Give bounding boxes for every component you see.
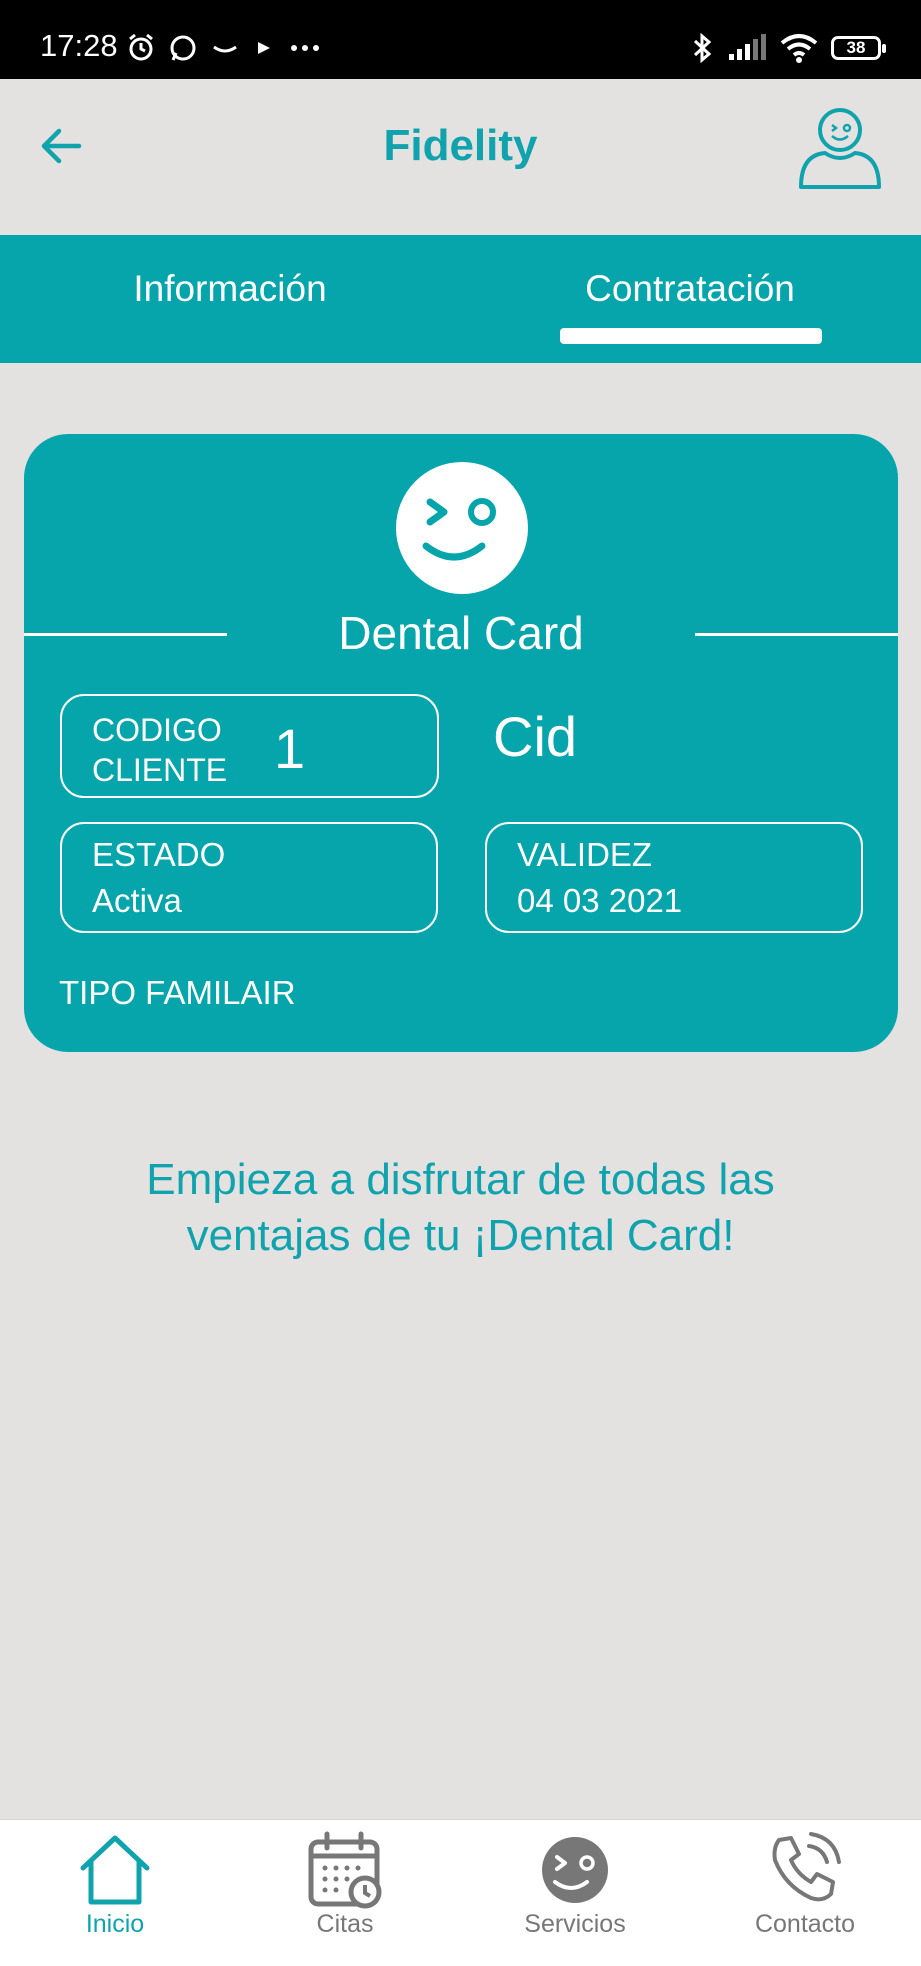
system-icons: 38 [689, 28, 886, 68]
user-avatar-icon [799, 108, 881, 189]
bottom-navigation: Inicio Citas Servicios Contacto [0, 1819, 921, 1966]
tipo-label: TIPO FAMILAIR [59, 974, 296, 1011]
play-icon [258, 42, 270, 54]
nav-citas[interactable]: Citas [245, 1820, 445, 1966]
tab-bar: Información Contratación [0, 235, 921, 363]
page-title: Fidelity [383, 121, 538, 170]
nav-servicios[interactable]: Servicios [475, 1820, 675, 1966]
codigo-label-line1: CODIGO [92, 712, 222, 748]
tab-informacion[interactable]: Información [60, 235, 400, 363]
signal-icon [729, 34, 766, 60]
nav-contacto[interactable]: Contacto [705, 1820, 905, 1966]
nav-servicios-label: Servicios [524, 1910, 626, 1938]
nav-citas-label: Citas [316, 1910, 374, 1938]
active-tab-indicator [560, 328, 822, 344]
nav-inicio-label: Inicio [85, 1910, 145, 1938]
codigo-cliente-label: CODIGO CLIENTE [92, 710, 227, 790]
promo-line2: ventajas de tu ¡Dental Card! [186, 1211, 735, 1260]
dental-card: Dental Card CODIGO CLIENTE 1 Cid ESTADO … [24, 434, 898, 1052]
alarm-icon [129, 33, 153, 61]
validez-value: 04 03 2021 [517, 882, 683, 919]
promo-line1: Empieza a disfrutar de todas las [146, 1155, 775, 1204]
amazon-icon [213, 45, 237, 53]
app-header: Fidelity [0, 79, 921, 235]
smiley-logo-icon [396, 462, 528, 594]
estado-label: ESTADO [92, 836, 226, 873]
nav-contacto-label: Contacto [754, 1910, 856, 1938]
codigo-cliente-box: CODIGO CLIENTE 1 [60, 694, 439, 798]
promo-text: Empieza a disfrutar de todas las ventaja… [60, 1152, 861, 1264]
home-icon [80, 1835, 150, 1905]
estado-value: Activa [92, 882, 182, 919]
wifi-icon [780, 34, 818, 63]
validez-label: VALIDEZ [517, 836, 653, 873]
more-icon [291, 45, 319, 51]
client-name: Cid [493, 705, 578, 768]
divider-right [695, 633, 898, 636]
estado-box: ESTADO Activa [60, 822, 438, 933]
profile-button[interactable] [795, 103, 885, 193]
notification-icons [126, 28, 322, 68]
smiley-icon [542, 1837, 608, 1903]
whatsapp-icon [170, 35, 196, 61]
codigo-label-line2: CLIENTE [92, 752, 228, 788]
status-time: 17:28 [40, 28, 118, 63]
phone-icon [772, 1832, 841, 1902]
battery-level: 38 [846, 38, 866, 57]
validez-box: VALIDEZ 04 03 2021 [485, 822, 863, 933]
bluetooth-icon [693, 32, 712, 64]
status-bar: 17:28 38 [0, 0, 921, 79]
nav-inicio[interactable]: Inicio [15, 1820, 215, 1966]
calendar-icon [308, 1831, 382, 1909]
battery-icon: 38 [831, 36, 886, 60]
codigo-cliente-value: 1 [274, 717, 306, 780]
